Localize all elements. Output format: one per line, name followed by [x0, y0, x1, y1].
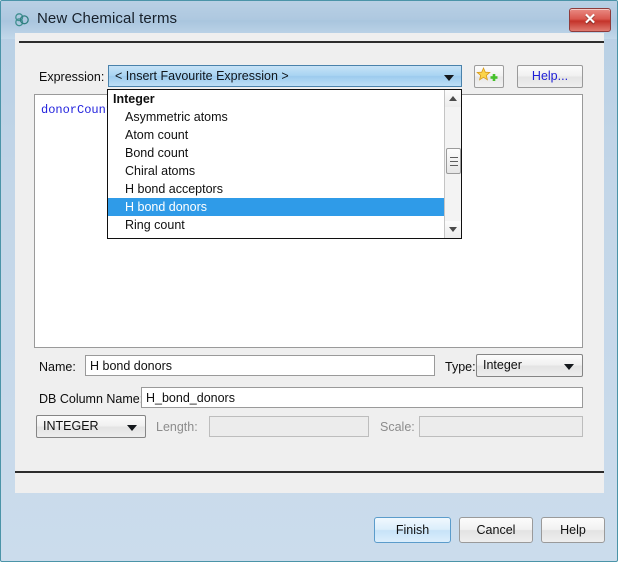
expression-help-label: Help...	[531, 69, 569, 83]
favourite-expression-combo[interactable]: < Insert Favourite Expression >	[108, 65, 462, 87]
dialog-content: Expression: < Insert Favourite Expressio…	[15, 33, 604, 493]
length-label: Length:	[156, 420, 198, 434]
dropdown-list: Integer Asymmetric atoms Atom count Bond…	[108, 90, 444, 238]
type-combo[interactable]: Integer	[476, 354, 583, 377]
name-label: Name:	[39, 360, 76, 374]
cancel-button[interactable]: Cancel	[459, 517, 533, 543]
type-label: Type:	[445, 360, 476, 374]
dropdown-item-chiral-atoms[interactable]: Chiral atoms	[108, 162, 444, 180]
sql-type-combo[interactable]: INTEGER	[36, 415, 146, 438]
add-favourite-button[interactable]	[474, 65, 504, 88]
dropdown-item-h-bond-acceptors[interactable]: H bond acceptors	[108, 180, 444, 198]
finish-button[interactable]: Finish	[374, 517, 451, 543]
dropdown-scrollbar[interactable]	[444, 90, 461, 238]
star-plus-icon	[476, 66, 498, 81]
dropdown-item-atom-count[interactable]: Atom count	[108, 126, 444, 144]
window-title: New Chemical terms	[37, 10, 178, 27]
db-column-name-label: DB Column Name:	[39, 392, 144, 406]
scale-label: Scale:	[380, 420, 415, 434]
close-icon: ✕	[583, 11, 597, 28]
scale-input	[419, 416, 583, 437]
close-button[interactable]: ✕	[569, 8, 611, 32]
chevron-down-icon	[564, 364, 574, 370]
dialog-window: New Chemical terms ✕ Expression: < Inser…	[0, 0, 618, 562]
chevron-down-icon	[127, 425, 137, 431]
chemical-structure-icon	[13, 11, 31, 29]
scroll-up-arrow-icon[interactable]	[445, 90, 461, 107]
dropdown-item-bond-count[interactable]: Bond count	[108, 144, 444, 162]
favourite-expression-dropdown[interactable]: Integer Asymmetric atoms Atom count Bond…	[107, 89, 462, 239]
grip-line	[450, 161, 458, 162]
dropdown-item-ring-count[interactable]: Ring count	[108, 216, 444, 234]
triangle-down-icon	[449, 227, 457, 232]
scroll-down-arrow-icon[interactable]	[445, 221, 461, 238]
favourite-expression-combo-value: < Insert Favourite Expression >	[115, 69, 289, 83]
length-input	[209, 416, 369, 437]
top-separator	[19, 41, 604, 43]
bottom-separator	[15, 471, 604, 473]
db-column-name-input[interactable]	[141, 387, 583, 408]
help-button[interactable]: Help	[541, 517, 605, 543]
sql-type-combo-value: INTEGER	[43, 419, 99, 433]
triangle-up-icon	[449, 96, 457, 101]
dropdown-group-header: Integer	[113, 92, 155, 106]
expression-help-button[interactable]: Help...	[517, 65, 583, 88]
type-combo-value: Integer	[483, 358, 522, 372]
name-input[interactable]	[85, 355, 435, 376]
expression-code-text: donorCount	[41, 103, 114, 117]
dropdown-item-asymmetric-atoms[interactable]: Asymmetric atoms	[108, 108, 444, 126]
grip-line	[450, 157, 458, 158]
grip-line	[450, 165, 458, 166]
expression-label: Expression:	[39, 70, 105, 84]
chevron-down-icon	[444, 75, 454, 81]
dropdown-item-h-bond-donors[interactable]: H bond donors	[108, 198, 444, 216]
scrollbar-thumb[interactable]	[446, 148, 461, 174]
